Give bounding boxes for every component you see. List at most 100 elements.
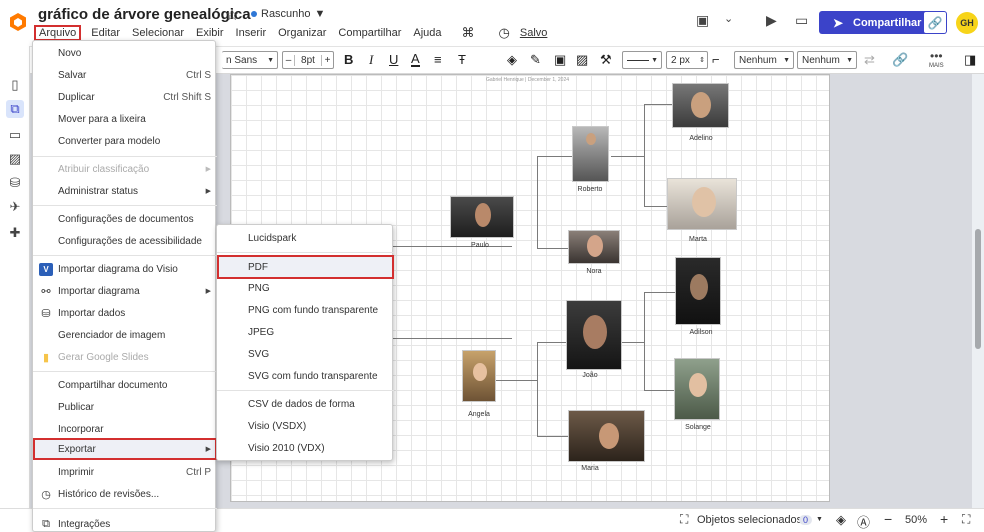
name-joao[interactable]: João <box>550 372 630 379</box>
photo-roberto[interactable] <box>572 126 609 182</box>
menu-item-duplicar[interactable]: Duplicar Ctrl Shift S <box>33 86 217 108</box>
name-roberto[interactable]: Roberto <box>550 186 630 193</box>
saved-link[interactable]: Salvo <box>518 26 550 40</box>
swap-arrows-icon[interactable]: ⇄ <box>864 52 875 68</box>
export-csv[interactable]: CSV de dados de forma <box>217 393 394 415</box>
more-button[interactable]: ••• MAIS <box>929 50 944 70</box>
name-angela[interactable]: Angela <box>439 411 519 418</box>
menu-item-salvar[interactable]: Salvar Ctrl S <box>33 64 217 86</box>
link-icon[interactable]: 🔗 <box>924 12 946 33</box>
hierarchy-icon[interactable]: ⌘ <box>460 24 477 42</box>
font-family-select[interactable]: n Sans ▼ <box>222 51 278 69</box>
name-nora[interactable]: Nora <box>554 268 634 275</box>
menu-item-gerenciador-imagem[interactable]: Gerenciador de imagem <box>33 324 217 346</box>
document-title[interactable]: gráfico de árvore genealógica <box>38 6 251 23</box>
photo-nora[interactable] <box>568 230 620 264</box>
name-marta[interactable]: Marta <box>658 236 738 243</box>
menu-editar[interactable]: Editar <box>89 26 122 40</box>
magic-icon[interactable]: ⚒ <box>600 52 612 68</box>
export-png-transparent[interactable]: PNG com fundo transparente <box>217 299 394 321</box>
pages-icon[interactable]: ▯ <box>6 76 24 94</box>
scrollbar-thumb[interactable] <box>975 229 981 349</box>
link-icon[interactable]: 🔗 <box>892 52 908 68</box>
photo-adelino[interactable] <box>672 83 729 128</box>
export-svg-transparent[interactable]: SVG com fundo transparente <box>217 365 394 387</box>
zoom-out-icon[interactable]: − <box>884 511 892 527</box>
panel-toggle-icon[interactable]: ◨ <box>964 52 976 68</box>
rocket-icon[interactable]: ✈ <box>6 198 24 216</box>
templates-icon[interactable]: ▭ <box>6 126 24 144</box>
layers-icon[interactable]: ◈ <box>836 512 846 528</box>
zoom-level[interactable]: 50% <box>905 514 927 526</box>
menu-item-config-acessibilidade[interactable]: Configurações de acessibilidade <box>33 230 217 252</box>
line-width-select[interactable]: 2 px ⇕ <box>666 51 708 69</box>
export-lucidspark[interactable]: Lucidspark <box>217 227 394 249</box>
menu-item-compartilhar-documento[interactable]: Compartilhar documento <box>33 374 217 396</box>
export-png[interactable]: PNG <box>217 277 394 299</box>
name-adilson[interactable]: Adilson <box>661 329 741 336</box>
font-size-stepper[interactable]: –8pt + <box>282 51 334 69</box>
photo-solange[interactable] <box>674 358 720 420</box>
chevron-down-icon[interactable]: ⌄ <box>724 12 733 25</box>
image-icon[interactable]: ▨ <box>576 52 588 68</box>
menu-item-incorporar[interactable]: Incorporar <box>33 418 217 440</box>
export-vdx[interactable]: Visio 2010 (VDX) <box>217 437 394 459</box>
accessibility-icon[interactable]: Ⓐ <box>857 512 870 531</box>
menu-item-config-documentos[interactable]: Configurações de documentos <box>33 208 217 230</box>
bold-icon[interactable]: B <box>344 52 353 67</box>
menu-item-integracoes[interactable]: ⧉ Integrações <box>33 511 217 531</box>
text-color-icon[interactable]: A <box>411 52 420 67</box>
menu-item-status[interactable]: Administrar status ▶ <box>33 180 217 202</box>
export-jpeg[interactable]: JPEG <box>217 321 394 343</box>
export-pdf[interactable]: PDF <box>217 255 394 279</box>
name-adelino[interactable]: Adelino <box>661 135 741 142</box>
export-vsdx[interactable]: Visio (VSDX) <box>217 415 394 437</box>
photo-paulo[interactable] <box>450 196 514 238</box>
menu-selecionar[interactable]: Selecionar <box>130 26 186 40</box>
text-options-icon[interactable]: Ŧ <box>458 52 466 67</box>
video-icon[interactable]: ▭ <box>795 12 808 29</box>
selected-objects-label[interactable]: Objetos selecionados <box>697 514 802 526</box>
menu-item-novo[interactable]: Novo <box>33 42 217 64</box>
menu-arquivo[interactable]: Arquivo <box>34 25 82 41</box>
menu-inserir[interactable]: Inserir <box>234 26 269 40</box>
zoom-in-icon[interactable]: + <box>940 511 948 527</box>
arrow-start-select[interactable]: Nenhum ▼ <box>734 51 794 69</box>
photo-adilson[interactable] <box>675 257 721 325</box>
present-icon[interactable]: ▶ <box>766 12 777 29</box>
lucid-logo[interactable] <box>9 12 27 32</box>
italic-icon[interactable]: I <box>369 52 373 68</box>
menu-item-publicar[interactable]: Publicar <box>33 396 217 418</box>
line-style-select[interactable]: ▼ <box>622 51 662 69</box>
menu-item-importar-diagrama[interactable]: ⚯ Importar diagrama ▶ <box>33 280 217 302</box>
line-shape-icon[interactable]: ⌐ <box>712 52 720 67</box>
menu-item-imprimir[interactable]: Imprimir Ctrl P <box>33 461 217 483</box>
photo-marta[interactable] <box>667 178 737 230</box>
photo-angela[interactable] <box>462 350 496 402</box>
caret-down-icon[interactable]: ▼ <box>816 516 823 523</box>
menu-item-historico[interactable]: ◷ Histórico de revisões... <box>33 483 217 505</box>
underline-icon[interactable]: U <box>389 52 398 67</box>
photo-joao[interactable] <box>566 300 622 370</box>
name-maria[interactable]: Maria <box>550 465 630 472</box>
save-status[interactable]: ⌘ ◷ Salvo <box>458 23 552 43</box>
menu-item-converter[interactable]: Converter para modelo <box>33 130 217 152</box>
data-icon[interactable]: ⛁ <box>6 174 24 192</box>
menu-organizar[interactable]: Organizar <box>276 26 328 40</box>
user-avatar[interactable]: GH <box>956 12 978 34</box>
shapes-icon[interactable]: ⧉ <box>6 100 24 118</box>
plugin-icon[interactable]: ✚ <box>6 224 24 242</box>
font-size-increase[interactable]: + <box>321 54 333 66</box>
photo-maria[interactable] <box>568 410 645 462</box>
shadow-icon[interactable]: ▣ <box>554 52 566 68</box>
star-icon[interactable]: ☆ <box>225 5 239 25</box>
menu-ajuda[interactable]: Ajuda <box>411 26 443 40</box>
menu-item-importar-dados[interactable]: ⛁ Importar dados <box>33 302 217 324</box>
images-icon[interactable]: ▨ <box>6 150 24 168</box>
menu-item-lixeira[interactable]: Mover para a lixeira <box>33 108 217 130</box>
name-solange[interactable]: Solange <box>658 424 738 431</box>
font-size-decrease[interactable]: – <box>283 54 295 66</box>
fill-color-icon[interactable]: ◈ <box>507 52 517 68</box>
name-paulo[interactable]: Paulo <box>440 242 520 249</box>
fit-screen-icon[interactable]: ⛶ <box>962 512 970 527</box>
